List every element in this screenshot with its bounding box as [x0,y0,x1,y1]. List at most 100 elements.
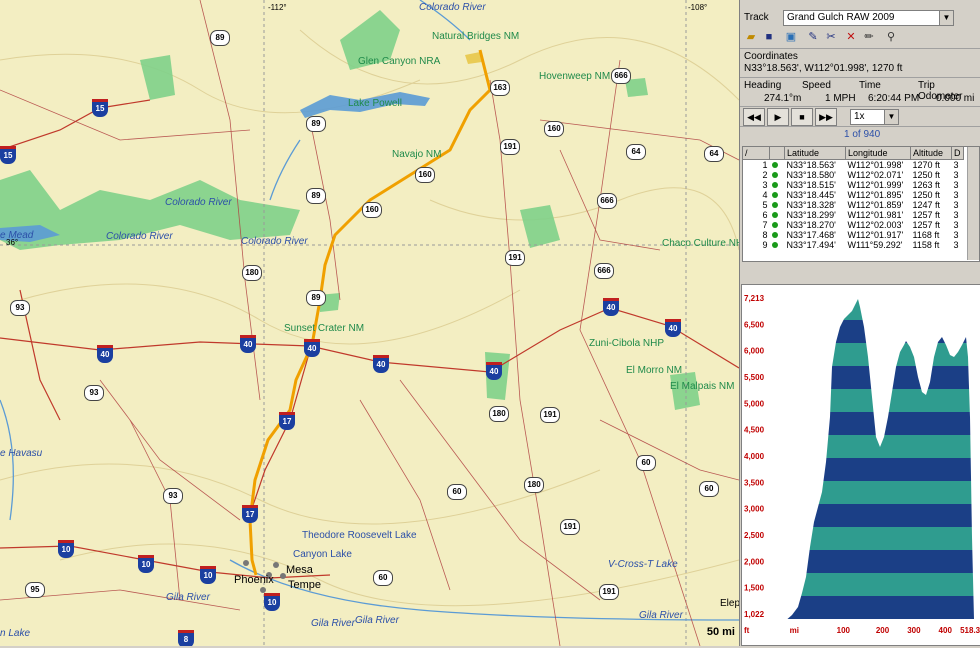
table-scrollbar[interactable] [967,147,979,260]
route-shield: 40 [373,355,389,373]
point-status-icon [771,212,778,218]
image-icon[interactable]: ▣ [783,29,799,45]
table-row[interactable]: 3 N33°18.515' W112°01.999' 1263 ft 3 [743,180,963,190]
trackpoint-table[interactable]: / Latitude Longitude Altitude D 1 N33°18.… [742,146,980,262]
split-tool-icon[interactable]: ✂ [823,29,839,45]
map-scale: 50 mi [706,626,735,638]
table-row[interactable]: 9 N33°17.494' W111°59.292' 1158 ft 3 [743,240,963,250]
map-label: Navajo NM [392,149,442,160]
table-cell: N33°18.328' [786,200,836,210]
table-row[interactable]: 5 N33°18.328' W112°01.859' 1247 ft 3 [743,200,963,210]
map-label: Colorado River [106,231,173,242]
y-tick-label: 4,500 [744,426,765,435]
table-cell [770,200,785,210]
table-cell: W111°59.292' [847,240,903,250]
table-cell [770,210,785,220]
delete-icon[interactable]: ✕ [843,29,859,45]
route-shield: 180 [524,477,544,493]
binoculars-icon[interactable]: ⚲ [883,29,899,45]
table-row[interactable]: 1 N33°18.563' W112°01.998' 1270 ft 3 [743,160,963,171]
speed-label: Speed [802,80,831,91]
waypoint-tool-icon[interactable]: ✎ [805,29,821,45]
table-cell: N33°17.468' [786,230,836,240]
point-status-icon [771,162,778,168]
route-shield: 40 [304,339,320,357]
divider [740,48,980,49]
open-folder-icon[interactable]: ▰ [743,29,759,45]
map-label: n Lake [0,628,31,639]
map-label: Colorado River [419,2,486,13]
route-shield: 17 [279,412,295,430]
table-cell: 1250 ft [912,190,941,200]
point-status-icon [771,222,778,228]
table-cell: 3 [953,230,959,240]
position-counter: 1 of 940 [844,129,881,140]
divider [740,126,980,127]
column-header[interactable]: / [743,147,770,160]
column-header[interactable]: Longitude [845,147,911,160]
map-label: El Morro NM [626,365,683,376]
time-value: 6:20:44 PM [868,93,920,104]
chevron-down-icon[interactable]: ▼ [939,11,953,25]
map-label: Natural Bridges NM [432,31,520,42]
route-shield: 10 [200,566,216,584]
point-status-icon [771,192,778,198]
save-icon[interactable]: ■ [761,29,777,45]
fast-forward-button[interactable]: ▶▶ [815,108,837,126]
elevation-profile-chart: 7,213 6,500 6,000 5,500 5,000 4,500 4,000 3,500… [744,294,980,635]
map-label: Gila River [166,592,210,603]
y-tick-label: 2,500 [744,531,765,540]
route-shield: 93 [163,488,183,504]
map-view[interactable]: Colorado River Natural Bridges NM Glen C… [0,0,739,646]
table-cell [770,220,785,230]
map-canvas [0,0,739,646]
point-status-icon [771,202,778,208]
table-cell: 1158 ft [912,240,940,250]
x-tick-label: mi [790,626,799,635]
play-button[interactable]: ▶ [767,108,789,126]
playback-speed-value: 1x [854,111,865,122]
table-row[interactable]: 8 N33°17.468' W112°01.917' 1168 ft 3 [743,230,963,240]
table-row[interactable]: 7 N33°18.270' W112°02.003' 1257 ft 3 [743,220,963,230]
route-shield: 8 [178,630,194,646]
divider [740,106,980,107]
route-shield: 666 [594,263,614,279]
route-shield: 64 [704,146,724,162]
table-row[interactable]: 4 N33°18.445' W112°01.895' 1250 ft 3 [743,190,963,200]
edit-pencil-icon[interactable]: ✏ [861,29,877,45]
table-cell: 3 [953,200,959,210]
y-tick-label: 5,500 [744,373,765,382]
column-header[interactable]: Latitude [784,147,846,160]
map-label: Hovenweep NM [539,71,611,82]
map-label: Phoenix [234,574,274,586]
odometer-value: 0.000 mi [936,93,975,104]
table-row[interactable]: 6 N33°18.299' W112°01.981' 1257 ft 3 [743,210,963,220]
route-shield: 40 [665,319,681,337]
table-row[interactable]: 2 N33°18.580' W112°02.071' 1250 ft 3 [743,170,963,180]
route-shield: 60 [447,484,467,500]
table-cell [770,240,785,250]
route-shield: 163 [490,80,510,96]
playback-speed-select[interactable]: 1x ▼ [850,109,899,125]
track-select[interactable]: Grand Gulch RAW 2009 ▼ [783,10,954,26]
stop-button[interactable]: ■ [791,108,813,126]
table-cell: 3 [953,180,959,190]
chevron-down-icon[interactable]: ▼ [884,110,898,124]
coordinates-label: Coordinates [744,51,798,62]
elevation-profile[interactable]: 7,213 6,500 6,000 5,500 5,000 4,500 4,000 3,500… [741,284,980,646]
rewind-button[interactable]: ◀◀ [743,108,765,126]
route-shield: 40 [97,345,113,363]
route-shield: 160 [362,202,382,218]
route-shield: 40 [486,362,502,380]
column-header[interactable] [769,147,785,160]
x-tick-label: 100 [837,626,851,635]
table-cell: 3 [953,240,959,250]
point-status-icon [771,242,778,248]
route-shield: 191 [500,139,520,155]
column-header[interactable]: D [951,147,964,160]
route-shield: 93 [84,385,104,401]
map-label: Tempe [288,579,322,591]
column-header[interactable]: Altitude [910,147,952,160]
table-cell: 9 [762,240,768,250]
route-shield: 191 [505,250,525,266]
